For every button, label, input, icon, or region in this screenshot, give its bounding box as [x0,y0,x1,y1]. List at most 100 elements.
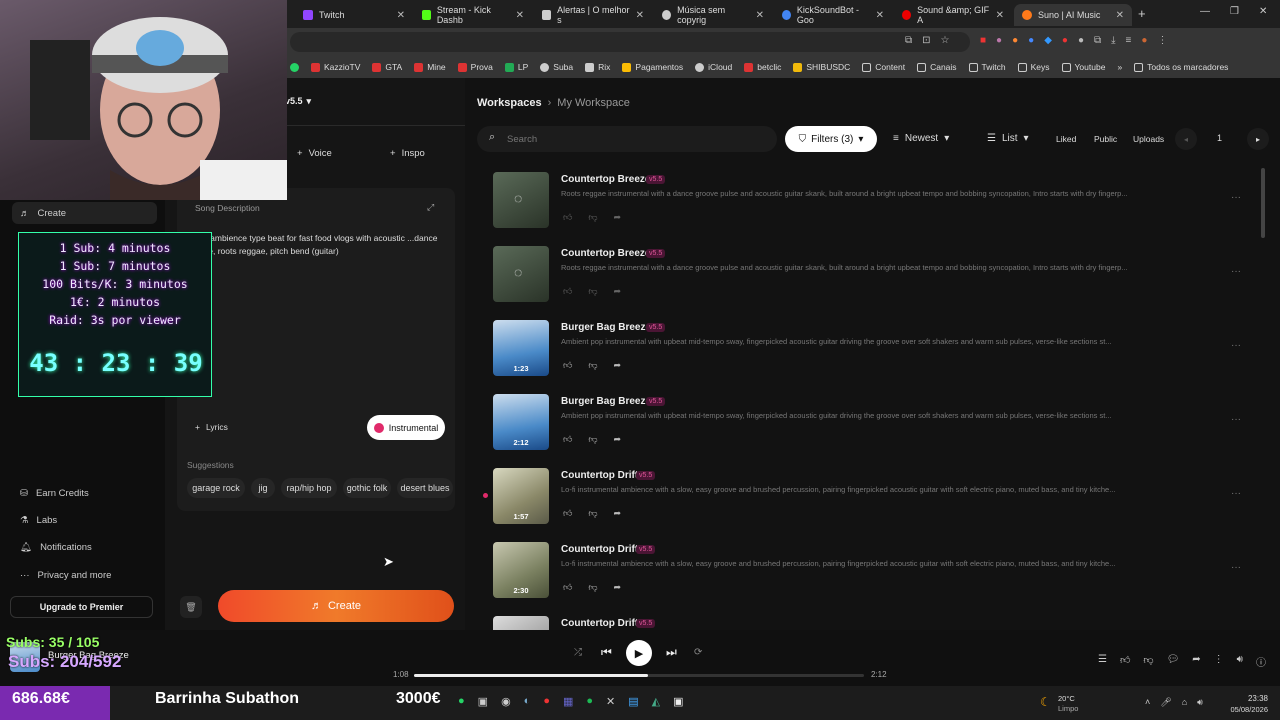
extension-icon[interactable]: ● [1078,35,1084,46]
app-icon[interactable]: ▣ [478,695,488,708]
minimize-button[interactable]: — [1200,6,1210,17]
bookmarks-overflow[interactable]: » [1117,62,1122,72]
inspo-button[interactable]: + Inspo [390,148,425,159]
filters-button[interactable]: ⛉ Filters (3) ▾ [785,126,877,152]
repeat-icon[interactable]: ⟳ [694,647,702,658]
thumbs-down-icon[interactable]: 👎︎ [1143,654,1153,669]
song-title[interactable]: Countertop Breeze [561,174,650,185]
song-row[interactable]: 2:12 Burger Bag Breeze v5.5 Ambient pop … [493,394,1263,458]
song-thumbnail[interactable]: 1:57 [493,468,549,524]
shuffle-icon[interactable]: ⤮ [574,647,582,658]
app-icon[interactable]: ● [543,695,550,708]
chrome-icon[interactable]: ◭ [652,695,660,708]
clock-time[interactable]: 23:38 [1220,694,1268,703]
sidebar-item-privacy[interactable]: ··· Privacy and more [20,570,111,581]
chevron-up-icon[interactable]: ˄ [1145,697,1150,708]
suggestion-chip[interactable]: garage rock [187,478,245,498]
suggestion-chip[interactable]: rap/hip hop [281,478,337,498]
prev-page-button[interactable]: ◂ [1175,128,1197,150]
info-icon[interactable]: ⓘ [1256,654,1266,669]
menu-icon[interactable]: ⋮ [1157,35,1167,46]
share-icon[interactable]: ➦ [614,582,622,593]
tab-kicksoundbot[interactable]: KickSoundBot - Goo ✕ [774,4,892,26]
thumbs-down-icon[interactable]: 👎︎ [588,582,597,593]
close-icon[interactable]: ✕ [636,10,644,21]
instrumental-toggle[interactable]: Instrumental [367,415,445,440]
mic-icon[interactable]: 🎤︎ [1160,697,1171,708]
trash-button[interactable]: 🗑︎ [180,596,202,618]
search-bar[interactable]: ⌕ [477,126,777,152]
more-options-icon[interactable]: ··· [1231,192,1241,203]
song-title[interactable]: Countertop Drift [561,544,638,555]
queue-icon[interactable]: ☰ [1098,654,1107,669]
extension-icon[interactable]: ◆ [1044,35,1052,46]
more-options-icon[interactable]: ··· [1231,562,1241,573]
suggestion-chip[interactable]: gothic folk [343,478,391,498]
create-button[interactable]: ♬ Create [218,590,454,622]
bookmark-whatsapp[interactable] [290,62,299,72]
bookmark-item[interactable]: Suba [540,62,573,72]
bookmark-folder[interactable]: Keys [1017,62,1050,72]
steam-icon[interactable]: ◐ [524,695,531,708]
song-description-box[interactable]: Song Description ⤢ ...ntal ambience type… [177,188,455,511]
bookmark-item[interactable]: Rix [585,62,610,72]
more-options-icon[interactable]: ··· [1231,340,1241,351]
song-row[interactable]: 1:23 Burger Bag Breeze v5.5 Ambient pop … [493,320,1263,384]
new-tab-button[interactable]: + [1138,6,1146,21]
thumbs-up-icon[interactable]: 👍︎ [1120,654,1130,669]
close-icon[interactable]: ✕ [756,10,764,21]
tab-suno[interactable]: Suno | AI Music ✕ [1014,4,1132,26]
song-title[interactable]: Burger Bag Breeze [561,396,651,407]
song-thumbnail[interactable]: 2:12 [493,394,549,450]
song-title[interactable]: Countertop Drift [561,618,638,629]
bookmark-folder-all[interactable]: Todos os marcadores [1134,62,1228,72]
song-thumbnail[interactable]: 2:30 [493,542,549,598]
song-thumbnail[interactable]: ◌ [493,246,549,302]
obs-icon[interactable]: ◉ [501,695,511,708]
previous-icon[interactable]: ⏮︎ [601,645,612,660]
voice-button[interactable]: + Voice [297,148,332,159]
next-page-button[interactable]: ▸ [1247,128,1269,150]
thumbs-down-icon[interactable]: 👎︎ [588,286,597,297]
extension-icon[interactable]: ● [1012,35,1018,46]
thumbs-up-icon[interactable]: 👍︎ [563,360,572,371]
puzzle-icon[interactable]: ⧉ [1094,35,1101,46]
star-icon[interactable]: ☆ [941,35,950,46]
tab-musica[interactable]: Música sem copyrig ✕ [654,4,772,26]
song-thumbnail[interactable]: ◌ [493,172,549,228]
song-row[interactable]: Countertop Drift v5.5 [493,616,1263,630]
bookmark-item[interactable]: SHIBUSDC [793,62,850,72]
close-icon[interactable]: ✕ [1116,10,1124,21]
uploads-filter[interactable]: Uploads [1133,134,1164,144]
weather-temp[interactable]: 20°C [1058,694,1075,703]
song-title[interactable]: Burger Bag Breeze [561,322,651,333]
thumbs-down-icon[interactable]: 👎︎ [588,212,597,223]
thumbs-down-icon[interactable]: 👎︎ [588,508,597,519]
song-thumbnail[interactable] [493,616,549,630]
share-icon[interactable]: ➦ [614,360,622,371]
liked-filter[interactable]: Liked [1056,134,1076,144]
extension-icon[interactable]: ● [1028,35,1034,46]
expand-icon[interactable]: ⤢ [427,202,434,213]
network-icon[interactable]: ⌂ [1182,697,1187,708]
thumbs-up-icon[interactable]: 👍︎ [563,434,572,445]
song-row[interactable]: ◌ Countertop Breeze v5.5 Roots reggae in… [493,246,1263,310]
more-options-icon[interactable]: ··· [1231,414,1241,425]
sidebar-item-earn-credits[interactable]: ⛁ Earn Credits [20,488,89,499]
song-description-text[interactable]: ...ntal ambience type beat for fast food… [187,232,449,258]
share-icon[interactable]: ➦ [614,286,622,297]
public-filter[interactable]: Public [1094,134,1117,144]
app-icon[interactable]: ✕ [606,695,615,708]
song-row[interactable]: 1:57 Countertop Drift v5.5 Lo-fi instrum… [493,468,1263,532]
extension-icon[interactable]: ■ [980,35,986,46]
sort-select[interactable]: ≡ Newest ▾ [893,133,949,144]
bookmark-item[interactable]: GTA [372,62,402,72]
bookmark-folder[interactable]: Canais [917,62,957,72]
version-select[interactable]: v5.5 ▾ [285,96,311,107]
window-close-button[interactable]: ✕ [1259,6,1267,17]
thumbs-up-icon[interactable]: 👍︎ [563,508,572,519]
bookmark-folder[interactable]: Content [862,62,905,72]
tab-alertas[interactable]: Alertas | O melhor s ✕ [534,4,652,26]
extension-icon[interactable]: ● [996,35,1002,46]
share-icon[interactable]: ➦ [614,434,622,445]
